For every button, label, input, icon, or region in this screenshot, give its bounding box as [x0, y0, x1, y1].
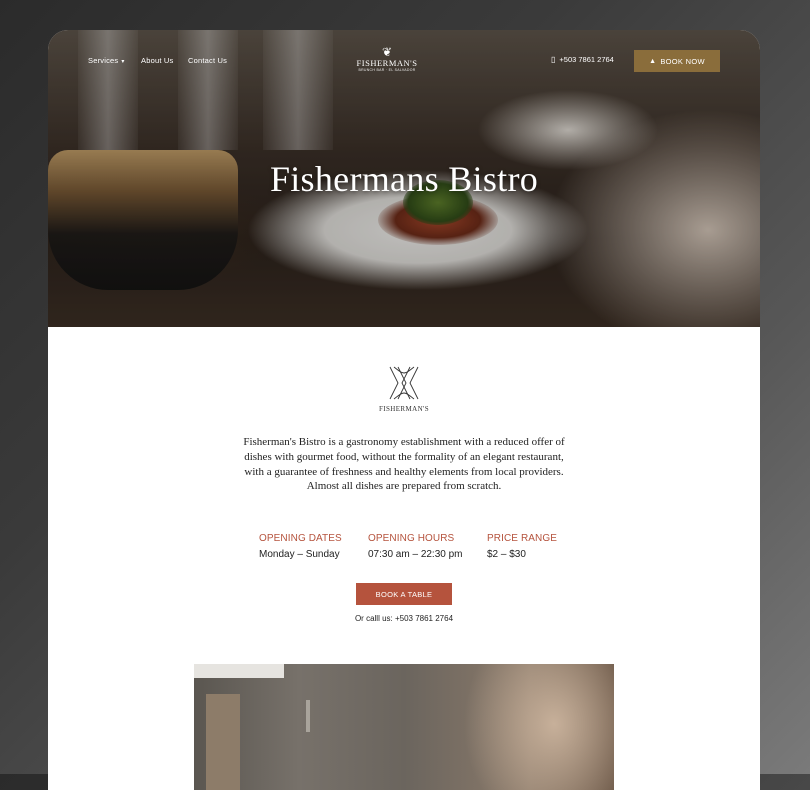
intro-line: Fisherman's Bistro is a gastronomy estab…	[243, 436, 565, 448]
bistro-logo-name: FISHERMAN'S	[378, 405, 429, 413]
logo-mark-icon: ❦	[381, 45, 393, 59]
intro-line: dishes with gourmet food, without the fo…	[244, 450, 564, 463]
restaurant-interior-image	[194, 664, 614, 790]
nav-link-label: Services	[88, 56, 119, 65]
hero-title: Fishermans Bistro	[269, 159, 539, 199]
price-range: PRICE RANGE $2 – $30	[487, 533, 557, 560]
bell-icon: ▲	[649, 57, 657, 65]
nav-link-contact[interactable]: Contact Us	[188, 56, 227, 65]
opening-dates-value: Monday – Sunday	[259, 549, 340, 560]
opening-dates: OPENING DATES Monday – Sunday	[259, 533, 342, 560]
wall-fixture-image	[306, 700, 310, 732]
header-phone-link[interactable]: ▯ +503 7861 2764	[551, 55, 614, 64]
intro-line: with a guarantee of freshness and health…	[244, 465, 564, 478]
air-conditioner-image	[194, 664, 284, 678]
intro-line: Almost all dishes are prepared from scra…	[306, 480, 502, 493]
bistro-logo: FISHERMAN'S	[376, 363, 432, 413]
price-range-label: PRICE RANGE	[487, 533, 558, 544]
site-logo[interactable]: ❦ FISHERMAN'S BRUNCH BAR · EL SALVADOR	[352, 46, 422, 72]
book-now-label: BOOK NOW	[660, 56, 705, 66]
browser-device-frame: Services ▾ About Us Contact Us ❦ FISHERMA…	[48, 30, 760, 790]
logo-tagline: BRUNCH BAR · EL SALVADOR	[358, 68, 416, 72]
door-image	[206, 694, 240, 790]
book-now-button[interactable]: ▲ BOOK NOW	[634, 50, 720, 72]
price-range-value: $2 – $30	[487, 549, 526, 560]
chevron-down-icon: ▾	[121, 59, 125, 65]
book-table-button[interactable]: BOOK A TABLE	[356, 583, 452, 605]
bistro-logo-icon	[389, 366, 419, 400]
opening-hours-label: OPENING HOURS	[368, 533, 455, 544]
top-navigation: Services ▾ About Us Contact Us ❦ FISHERMA…	[48, 30, 760, 100]
opening-dates-label: OPENING DATES	[259, 533, 342, 544]
header-phone-number: +503 7861 2764	[559, 55, 614, 64]
intro-description: Fisherman's Bistro is a gastronomy estab…	[226, 435, 582, 494]
nav-link-services[interactable]: Services ▾	[88, 56, 125, 65]
logo-name: FISHERMAN'S	[356, 58, 418, 68]
call-us-text: Or calll us: +503 7861 2764	[354, 614, 454, 623]
phone-icon: ▯	[551, 55, 556, 64]
hero-banner: Services ▾ About Us Contact Us ❦ FISHERMA…	[48, 30, 760, 327]
opening-hours: OPENING HOURS 07:30 am – 22:30 pm	[368, 533, 463, 560]
nav-link-about[interactable]: About Us	[141, 56, 173, 65]
opening-hours-value: 07:30 am – 22:30 pm	[368, 549, 463, 560]
